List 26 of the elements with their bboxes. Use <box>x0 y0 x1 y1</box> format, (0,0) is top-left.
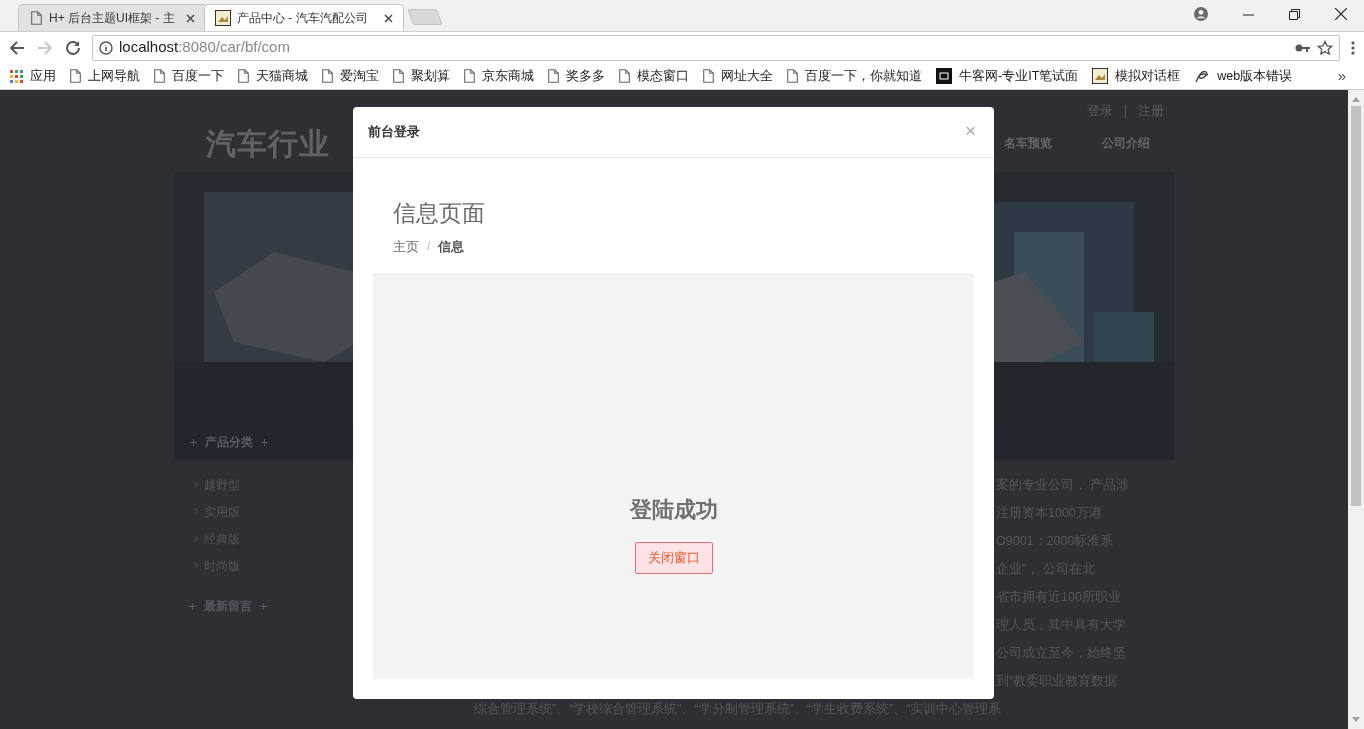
tab-title: H+ 后台主题UI框架 - 主 <box>49 10 176 27</box>
bookmark-link[interactable]: 奖多多 <box>566 66 605 86</box>
bookmark-link[interactable]: 爱淘宝 <box>340 66 379 86</box>
tab-title: 产品中心 - 汽车汽配公司 <box>237 10 369 27</box>
success-message: 登陆成功 <box>629 496 718 524</box>
more-bookmarks-button[interactable]: » <box>1337 64 1346 88</box>
bookmark-link[interactable]: 天猫商城 <box>256 66 308 86</box>
bookmark-link[interactable]: 模拟对话框 <box>1115 66 1181 86</box>
page-title: 信息页面 <box>392 199 486 228</box>
bookmark-link[interactable]: 牛客网-专业IT笔试面 <box>959 66 1079 86</box>
bookmark-link[interactable]: 上网导航 <box>88 66 140 86</box>
bookmark-link[interactable]: 应用 <box>30 66 56 86</box>
bookmark-link[interactable]: 百度一下，你就知道 <box>805 66 922 86</box>
breadcrumb-separator: / <box>427 238 431 256</box>
bookmark-link[interactable]: 网址大全 <box>721 66 773 86</box>
bookmark-link[interactable]: web版本错误 <box>1217 66 1293 86</box>
bookmark-link[interactable]: 百度一下 <box>172 66 224 86</box>
url-text: localhost:8080/car/bf/com <box>119 37 291 58</box>
breadcrumb-link[interactable]: 主页 <box>393 236 419 256</box>
breadcrumb-link[interactable]: 信息 <box>438 236 465 256</box>
dialog-title: 前台登录 <box>368 123 421 142</box>
bookmark-link[interactable]: 聚划算 <box>411 66 450 86</box>
address-field[interactable]: localhost:8080/car/bf/com <box>92 34 1340 61</box>
browser-tab[interactable]: 产品中心 - 汽车汽配公司 <box>204 4 404 31</box>
bookmark-link[interactable]: 模态窗口 <box>637 66 689 86</box>
bookmark-link[interactable]: 京东商城 <box>482 66 534 86</box>
